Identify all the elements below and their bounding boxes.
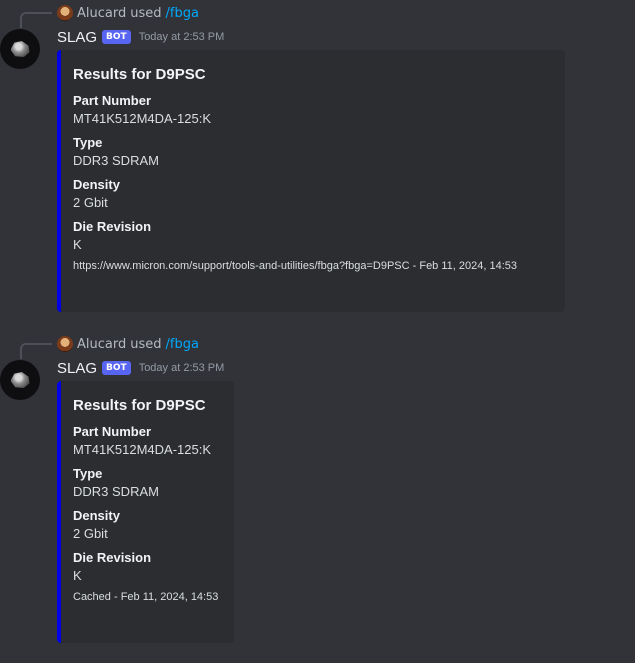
field-value: K bbox=[73, 237, 82, 252]
bot-badge: BOT bbox=[102, 30, 131, 44]
embed-field: Part Number MT41K512M4DA-125:K bbox=[73, 423, 222, 459]
field-name: Type bbox=[73, 135, 103, 150]
field-name: Die Revision bbox=[73, 550, 152, 565]
field-name: Density bbox=[73, 177, 120, 192]
reply-username[interactable]: Alucard bbox=[77, 337, 126, 352]
user-avatar-icon[interactable] bbox=[57, 5, 73, 21]
reply-used-text: used bbox=[130, 336, 162, 352]
field-value: MT41K512M4DA-125:K bbox=[73, 111, 212, 126]
reply-connector bbox=[20, 343, 52, 359]
field-value: DDR3 SDRAM bbox=[73, 153, 159, 168]
embed-footer: Cached - Feb 11, 2024, 14:53 bbox=[73, 591, 219, 603]
embed-field: Part Number MT41K512M4DA-125:K bbox=[73, 92, 553, 128]
embed-title: Results for D9PSC bbox=[73, 397, 206, 414]
message-timestamp[interactable]: Today at 2:53 PM bbox=[139, 362, 225, 374]
bot-avatar-icon bbox=[10, 372, 30, 388]
field-value: MT41K512M4DA-125:K bbox=[73, 442, 212, 457]
embed-field: Die Revision K bbox=[73, 549, 222, 585]
bot-badge: BOT bbox=[102, 361, 131, 375]
reply-connector bbox=[20, 12, 52, 28]
author-name[interactable]: SLAG bbox=[57, 360, 97, 377]
embed-field: Type DDR3 SDRAM bbox=[73, 134, 553, 170]
field-name: Density bbox=[73, 508, 120, 523]
reply-command[interactable]: /fbga bbox=[166, 337, 199, 352]
field-value: 2 Gbit bbox=[73, 195, 108, 210]
message-timestamp[interactable]: Today at 2:53 PM bbox=[139, 31, 225, 43]
embed-field: Die Revision K bbox=[73, 218, 553, 254]
reply-command[interactable]: /fbga bbox=[166, 6, 199, 21]
embed-field: Density 2 Gbit bbox=[73, 507, 222, 543]
field-value: K bbox=[73, 568, 82, 583]
embed-title: Results for D9PSC bbox=[73, 66, 206, 83]
reply-used-text: used bbox=[130, 5, 162, 21]
embed: Results for D9PSC Part Number MT41K512M4… bbox=[57, 50, 565, 312]
reply-username[interactable]: Alucard bbox=[77, 6, 126, 21]
bot-avatar[interactable] bbox=[0, 29, 40, 69]
user-avatar-icon[interactable] bbox=[57, 336, 73, 352]
message-header: SLAG BOT Today at 2:53 PM bbox=[57, 358, 224, 378]
field-name: Part Number bbox=[73, 93, 152, 108]
reply-context[interactable]: Alucard used /fbga bbox=[57, 335, 199, 353]
bot-avatar-icon bbox=[10, 41, 30, 57]
embed-field: Density 2 Gbit bbox=[73, 176, 553, 212]
embed: Results for D9PSC Part Number MT41K512M4… bbox=[57, 381, 234, 643]
field-value: DDR3 SDRAM bbox=[73, 484, 159, 499]
field-name: Type bbox=[73, 466, 103, 481]
field-name: Die Revision bbox=[73, 219, 152, 234]
embed-field: Type DDR3 SDRAM bbox=[73, 465, 222, 501]
bot-avatar[interactable] bbox=[0, 360, 40, 400]
author-name[interactable]: SLAG bbox=[57, 29, 97, 46]
field-name: Part Number bbox=[73, 424, 152, 439]
message-header: SLAG BOT Today at 2:53 PM bbox=[57, 27, 224, 47]
field-value: 2 Gbit bbox=[73, 526, 108, 541]
reply-context[interactable]: Alucard used /fbga bbox=[57, 4, 199, 22]
embed-footer: https://www.micron.com/support/tools-and… bbox=[73, 260, 518, 272]
